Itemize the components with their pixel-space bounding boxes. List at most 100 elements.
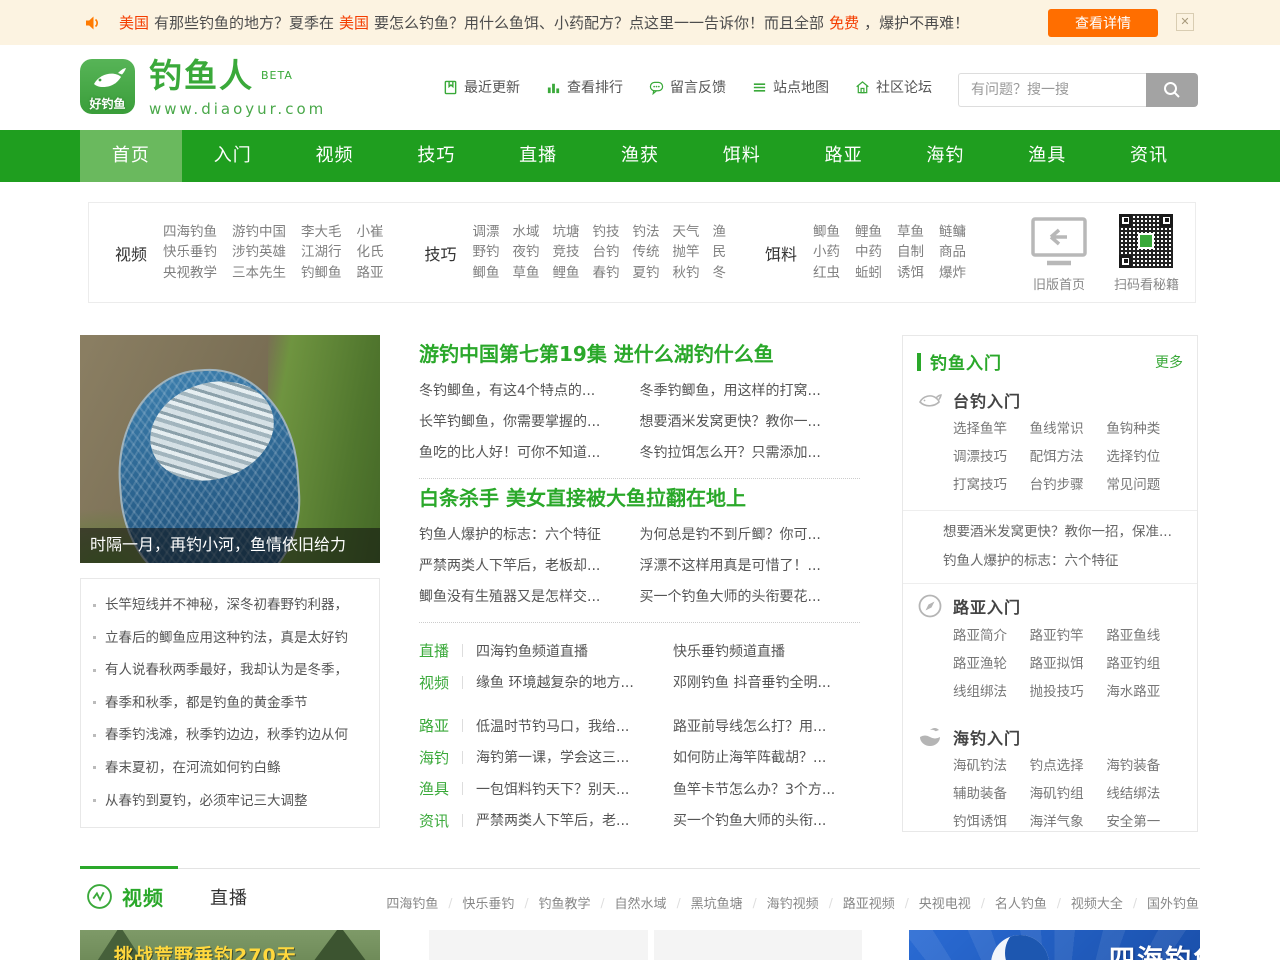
- header-link-feedback[interactable]: 留言反馈: [649, 77, 726, 97]
- section-title[interactable]: 台钓入门: [953, 388, 1021, 412]
- subnav-link[interactable]: 民: [713, 242, 727, 263]
- sidebar-link[interactable]: 常见问题: [1106, 471, 1183, 499]
- subnav-link[interactable]: 竞技: [553, 242, 580, 263]
- category-label[interactable]: 路亚: [419, 715, 455, 736]
- sidebar-link[interactable]: 鱼线常识: [1030, 415, 1107, 443]
- video-cat-link[interactable]: 央视电视: [919, 893, 971, 912]
- article-link[interactable]: 四海钓鱼频道直播: [476, 641, 661, 661]
- article-link[interactable]: 快乐垂钓频道直播: [673, 641, 860, 661]
- nav-item-catch[interactable]: 渔获: [589, 130, 691, 182]
- video-thumbnail[interactable]: 挑战荒野垂钓270天: [80, 930, 380, 960]
- article-link[interactable]: 买一个钓鱼大师的头衔要花...: [640, 582, 861, 613]
- category-label[interactable]: 海钓: [419, 747, 455, 768]
- article-link[interactable]: 鲫鱼没有生殖器又是怎样交...: [419, 582, 640, 613]
- subnav-link[interactable]: 化氏: [357, 242, 384, 263]
- subnav-link[interactable]: 抛竿: [673, 242, 700, 263]
- subnav-link[interactable]: 野钓: [473, 242, 500, 263]
- subnav-link[interactable]: 夜钓: [513, 242, 540, 263]
- subnav-link[interactable]: 冬: [713, 263, 727, 284]
- video-cat-link[interactable]: 快乐垂钓: [462, 893, 514, 912]
- sidebar-link[interactable]: 钓饵诱饵: [953, 808, 1030, 836]
- search-input[interactable]: [958, 73, 1146, 107]
- category-label[interactable]: 渔具: [419, 778, 455, 799]
- subnav-link[interactable]: 天气: [673, 222, 700, 243]
- subnav-link[interactable]: 李大毛: [301, 222, 342, 243]
- nav-item-tackle[interactable]: 渔具: [996, 130, 1098, 182]
- video-thumbnail[interactable]: [654, 930, 862, 960]
- video-thumbnail[interactable]: 四海钓鱼: [909, 930, 1200, 960]
- search-button[interactable]: [1146, 73, 1198, 107]
- subnav-link[interactable]: 草鱼: [897, 222, 924, 243]
- article-link[interactable]: 路亚前导线怎么打？用...: [673, 716, 860, 736]
- section-title[interactable]: 路亚入门: [953, 594, 1021, 618]
- tab-video[interactable]: 视频: [122, 882, 164, 911]
- article-link[interactable]: 海钓第一课，学会这三...: [476, 747, 661, 767]
- subnav-link[interactable]: 涉钓英雄: [232, 242, 286, 263]
- nav-item-home[interactable]: 首页: [80, 130, 182, 182]
- category-label[interactable]: 视频: [419, 672, 455, 693]
- list-item[interactable]: 春末夏初，在河流如何钓白鲦: [93, 752, 367, 785]
- article-link[interactable]: 冬钓拉饵怎么开？只需添加...: [640, 438, 861, 469]
- list-item[interactable]: 有人说春秋两季最好，我却认为是冬季，: [93, 654, 367, 687]
- subnav-link[interactable]: 四海钓鱼: [163, 222, 217, 243]
- video-cat-link[interactable]: 自然水域: [615, 893, 667, 912]
- tab-live[interactable]: 直播: [210, 884, 248, 910]
- sidebar-link[interactable]: 辅助装备: [953, 780, 1030, 808]
- subnav-link[interactable]: 游钓中国: [232, 222, 286, 243]
- sidebar-link[interactable]: 线结绑法: [1106, 780, 1183, 808]
- sidebar-link[interactable]: 配饵方法: [1030, 443, 1107, 471]
- headline-1[interactable]: 游钓中国第七第19集 进什么湖钓什么鱼: [419, 341, 860, 367]
- subnav-link[interactable]: 夏钓: [633, 263, 660, 284]
- article-link[interactable]: 长竿钓鲫鱼，你需要掌握的...: [419, 407, 640, 438]
- article-link[interactable]: 想要酒米发窝更快？教你一招，保准...: [943, 518, 1187, 547]
- article-link[interactable]: 邓刚钓鱼 抖音垂钓全明...: [673, 672, 860, 692]
- subnav-link[interactable]: 小药: [813, 242, 840, 263]
- sidebar-link[interactable]: 路亚渔轮: [953, 650, 1030, 678]
- article-link[interactable]: 鱼竿卡节怎么办？3个方...: [673, 779, 860, 799]
- article-link[interactable]: 冬钓鲫鱼，有这4个特点的...: [419, 376, 640, 407]
- list-item[interactable]: 长竿短线并不神秘，深冬初春野钓利器，: [93, 589, 367, 622]
- nav-item-video[interactable]: 视频: [284, 130, 386, 182]
- article-link[interactable]: 缘鱼 环境越复杂的地方...: [476, 672, 661, 692]
- sidebar-link[interactable]: 路亚钓组: [1106, 650, 1183, 678]
- sidebar-link[interactable]: 路亚拟饵: [1030, 650, 1107, 678]
- sidebar-link[interactable]: 钓点选择: [1030, 752, 1107, 780]
- article-link[interactable]: 想要酒米发窝更快？教你一...: [640, 407, 861, 438]
- nav-item-lure[interactable]: 路亚: [793, 130, 895, 182]
- nav-item-skill[interactable]: 技巧: [385, 130, 487, 182]
- article-link[interactable]: 浮漂不这样用真是可惜了！...: [640, 551, 861, 582]
- subnav-link[interactable]: 渔: [713, 222, 727, 243]
- sidebar-link[interactable]: 台钓步骤: [1030, 471, 1107, 499]
- article-link[interactable]: 钓鱼人爆护的标志：六个特征: [419, 520, 640, 551]
- subnav-link[interactable]: 秋钓: [673, 263, 700, 284]
- sidebar-link[interactable]: 鱼钩种类: [1106, 415, 1183, 443]
- sidebar-link[interactable]: 打窝技巧: [953, 471, 1030, 499]
- subnav-link[interactable]: 钓法: [633, 222, 660, 243]
- subnav-link[interactable]: 台钓: [593, 242, 620, 263]
- list-item[interactable]: 从春钓到夏钓，必须牢记三大调整: [93, 785, 367, 818]
- list-item[interactable]: 立春后的鲫鱼应用这种钓法，真是太好钓: [93, 622, 367, 655]
- section-title[interactable]: 海钓入门: [953, 725, 1021, 749]
- sidebar-link[interactable]: 路亚简介: [953, 622, 1030, 650]
- subnav-link[interactable]: 蚯蚓: [855, 263, 882, 284]
- subnav-link[interactable]: 红虫: [813, 263, 840, 284]
- list-item[interactable]: 春季钓浅滩，秋季钓边边，秋季钓边从何: [93, 719, 367, 752]
- subnav-link[interactable]: 中药: [855, 242, 882, 263]
- sidebar-link[interactable]: 选择钓位: [1106, 443, 1183, 471]
- sidebar-link[interactable]: 海水路亚: [1106, 678, 1183, 706]
- subnav-link[interactable]: 鲫鱼: [473, 263, 500, 284]
- header-link-forum[interactable]: 社区论坛: [855, 77, 932, 97]
- subnav-link[interactable]: 鲤鱼: [553, 263, 580, 284]
- subnav-link[interactable]: 调漂: [473, 222, 500, 243]
- site-logo[interactable]: 好钓鱼 钓鱼人BETA www.diaoyur.com: [80, 55, 326, 118]
- sidebar-link[interactable]: 线组绑法: [953, 678, 1030, 706]
- video-cat-link[interactable]: 海钓视频: [767, 893, 819, 912]
- list-item[interactable]: 春季和秋季，都是钓鱼的黄金季节: [93, 687, 367, 720]
- sidebar-link[interactable]: 路亚鱼线: [1106, 622, 1183, 650]
- video-cat-link[interactable]: 国外钓鱼: [1147, 893, 1199, 912]
- article-link[interactable]: 为何总是钓不到斤鲫？你可...: [640, 520, 861, 551]
- article-link[interactable]: 严禁两类人下竿后，老...: [476, 810, 661, 830]
- sidebar-link[interactable]: 路亚钓竿: [1030, 622, 1107, 650]
- subnav-link[interactable]: 鲫鱼: [813, 222, 840, 243]
- video-thumbnail[interactable]: [429, 930, 648, 960]
